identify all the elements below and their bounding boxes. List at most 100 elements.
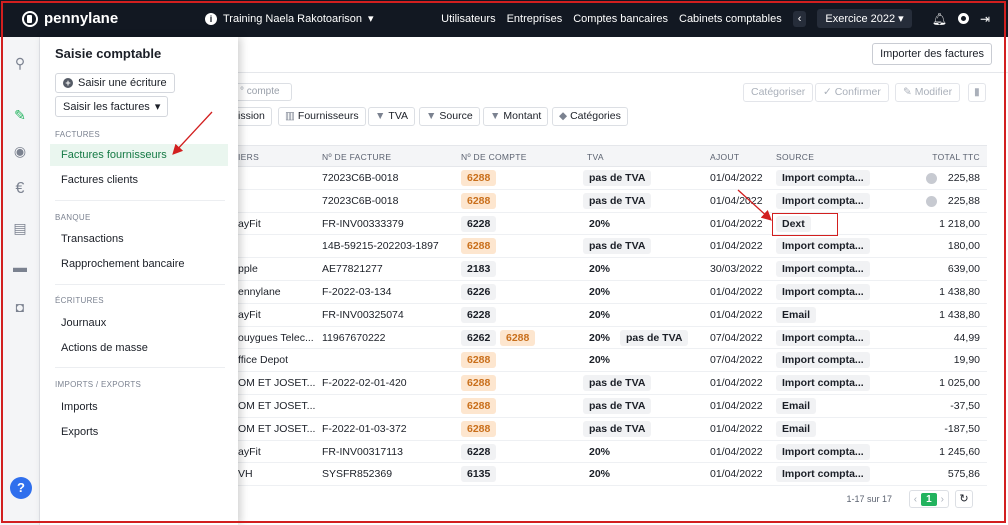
clock-icon[interactable]: ◉	[12, 143, 28, 159]
col-tva[interactable]: TVA	[587, 152, 604, 162]
account-tag[interactable]: 6288	[461, 420, 497, 437]
nav-comptes-bancaires[interactable]: Comptes bancaires	[573, 13, 668, 25]
logout-icon[interactable]: ⇥	[980, 12, 990, 26]
table-row[interactable]: 72023C6B-0018 6288 pas de TVA 01/04/2022 Imp…	[238, 190, 987, 213]
col-ajout[interactable]: AJOUT	[710, 152, 739, 162]
euro-icon[interactable]: €	[12, 181, 28, 197]
account-tag[interactable]: 6288	[461, 192, 497, 209]
tva-tag[interactable]: 20%	[583, 330, 616, 346]
modifier-button[interactable]: ✎ Modifier	[895, 83, 961, 102]
brand-logo[interactable]: pennylane	[0, 10, 205, 27]
table-row[interactable]: 72023C6B-0018 6288 pas de TVA 01/04/2022 Imp…	[238, 167, 987, 190]
confirmer-button[interactable]: ✓ Confirmer	[815, 83, 889, 102]
previous-exercice-chevron-icon[interactable]: ‹	[792, 10, 807, 27]
accounting-icon[interactable]: ✎	[12, 107, 28, 123]
categoriser-button[interactable]: Catégoriser	[743, 83, 814, 102]
nav-utilisateurs[interactable]: Utilisateurs	[441, 13, 495, 25]
filter-montant[interactable]: ▼ Montant	[483, 107, 549, 126]
table-row[interactable]: ayFit FR-INV00325074 6228 20% 01/04/2022 Emai…	[238, 304, 987, 327]
import-invoices-button[interactable]: Importer des factures	[872, 43, 992, 65]
col-facture[interactable]: Nº DE FACTURE	[322, 152, 391, 162]
nav-cabinets-comptables[interactable]: Cabinets comptables	[679, 13, 782, 25]
tva-tag[interactable]: pas de TVA	[583, 238, 652, 255]
drawer-item-exports[interactable]: Exports	[50, 421, 228, 443]
nav-entreprises[interactable]: Entreprises	[507, 13, 563, 25]
tva-tag[interactable]: pas de TVA	[583, 375, 652, 392]
tva-tag[interactable]: 20%	[583, 216, 616, 232]
refresh-icon[interactable]: ↻	[955, 490, 973, 508]
drawer-item-journaux[interactable]: Journaux	[50, 312, 228, 334]
gear-icon[interactable]	[957, 13, 969, 24]
filter-source[interactable]: ▼ Source	[419, 107, 480, 126]
col-source[interactable]: SOURCE	[776, 152, 814, 162]
account-tag[interactable]: 6228	[461, 215, 497, 232]
exercice-selector[interactable]: Exercice 2022 ▾	[817, 9, 912, 28]
tva-tag[interactable]: 20%	[583, 261, 616, 277]
table-row[interactable]: ouygues Telec... 11967670222 6262 6288 20% pa…	[238, 327, 987, 350]
tva-tag[interactable]: 20%	[583, 307, 616, 323]
source-tag: Email	[776, 420, 817, 437]
supplier-cell: VH	[238, 468, 253, 481]
table-row[interactable]: ayFit FR-INV00317113 6228 20% 01/04/2022 Impo…	[238, 441, 987, 464]
account-tag[interactable]: 6288	[461, 238, 497, 255]
account-tag[interactable]: 6262	[461, 329, 497, 346]
account-tag[interactable]: 2183	[461, 261, 497, 278]
account-tag[interactable]: 6288	[461, 170, 497, 186]
account-tag[interactable]: 6288	[461, 352, 497, 369]
filter-fournisseurs[interactable]: ▥ Fournisseurs	[278, 107, 366, 126]
table-row[interactable]: OM ET JOSET... F-2022-02-01-420 6288 pas de…	[238, 372, 987, 395]
tva-tag[interactable]: 20%	[583, 284, 616, 300]
table-row[interactable]: OM ET JOSET... 6288 pas de TVA 01/04/2022 Em…	[238, 395, 987, 418]
new-entry-label: Saisir une écriture	[78, 77, 167, 89]
table-row[interactable]: VH SYSFR852369 6135 20% 01/04/2022 Import com…	[238, 463, 987, 487]
table-row[interactable]: pple AE77821277 2183 20% 30/03/2022 Import co…	[238, 258, 987, 281]
new-entry-button[interactable]: + Saisir une écriture	[55, 73, 175, 93]
search-icon[interactable]: ⚲	[12, 55, 28, 71]
folder-icon[interactable]: ▬	[12, 259, 28, 275]
company-selector[interactable]: i Training Naela Rakotoarison ▾	[205, 12, 374, 25]
tva-tag-secondary[interactable]: pas de TVA	[620, 329, 689, 346]
account-tag[interactable]: 6288	[461, 397, 497, 414]
drawer-item-imports[interactable]: Imports	[50, 396, 228, 418]
tva-tag[interactable]: pas de TVA	[583, 397, 652, 414]
table-row[interactable]: OM ET JOSET... F-2022-01-03-372 6288 pas de…	[238, 418, 987, 441]
drawer-item-transactions[interactable]: Transactions	[50, 228, 228, 250]
filter-categories[interactable]: ◆ Catégories	[552, 107, 628, 126]
delete-button[interactable]: ▮	[968, 83, 986, 102]
tva-tag[interactable]: pas de TVA	[583, 170, 652, 186]
table-row[interactable]: ayFit FR-INV00333379 6228 20% 01/04/2022 Dext…	[238, 213, 987, 236]
tva-tag[interactable]: 20%	[583, 466, 616, 482]
account-tag[interactable]: 6288	[461, 375, 497, 392]
book-icon[interactable]: ▤	[12, 220, 28, 236]
drawer-item-factures-clients[interactable]: Factures clients	[50, 169, 228, 191]
table-row[interactable]: ffice Depot 6288 20% 07/04/2022 Import compt…	[238, 349, 987, 373]
col-total[interactable]: TOTAL TTC	[932, 152, 980, 162]
drawer-item-rapprochement[interactable]: Rapprochement bancaire	[50, 253, 228, 275]
account-tag[interactable]: 6135	[461, 466, 497, 483]
help-icon[interactable]: ?	[10, 477, 32, 499]
table-row[interactable]: ennylane F-2022-03-134 6226 20% 01/04/2022 Im…	[238, 281, 987, 304]
filter-tva[interactable]: ▼ TVA	[368, 107, 416, 126]
tva-tag[interactable]: 20%	[583, 352, 616, 368]
contact-icon[interactable]: ◘	[12, 299, 28, 315]
current-page[interactable]: 1	[921, 492, 937, 506]
account-tag[interactable]: 6228	[461, 306, 497, 323]
col-fournisseur[interactable]: IERS	[238, 152, 259, 162]
account-tag-secondary[interactable]: 6288	[500, 329, 536, 346]
table-row[interactable]: 14B-59215-202203-1897 6288 pas de TVA 01/04…	[238, 235, 987, 259]
tva-tag[interactable]: 20%	[583, 444, 616, 460]
prev-page-icon[interactable]: ‹	[910, 494, 921, 505]
invoices-entry-dropdown[interactable]: Saisir les factures ▾	[55, 96, 169, 117]
tva-tag[interactable]: pas de TVA	[583, 420, 652, 437]
account-tag[interactable]: 6226	[461, 283, 497, 300]
bell-icon[interactable]: 🔔︎	[932, 12, 947, 26]
account-tag[interactable]: 6228	[461, 443, 497, 460]
next-page-icon[interactable]: ›	[937, 494, 948, 505]
supplier-cell: OM ET JOSET...	[238, 399, 316, 412]
source-tag: Import compta...	[776, 192, 870, 209]
col-compte[interactable]: Nº DE COMPTE	[461, 152, 527, 162]
drawer-item-factures-fournisseurs[interactable]: Factures fournisseurs	[50, 144, 228, 166]
account-search-input[interactable]: ° compte	[238, 83, 292, 101]
tva-tag[interactable]: pas de TVA	[583, 192, 652, 209]
drawer-item-actions-de-masse[interactable]: Actions de masse	[50, 337, 228, 359]
